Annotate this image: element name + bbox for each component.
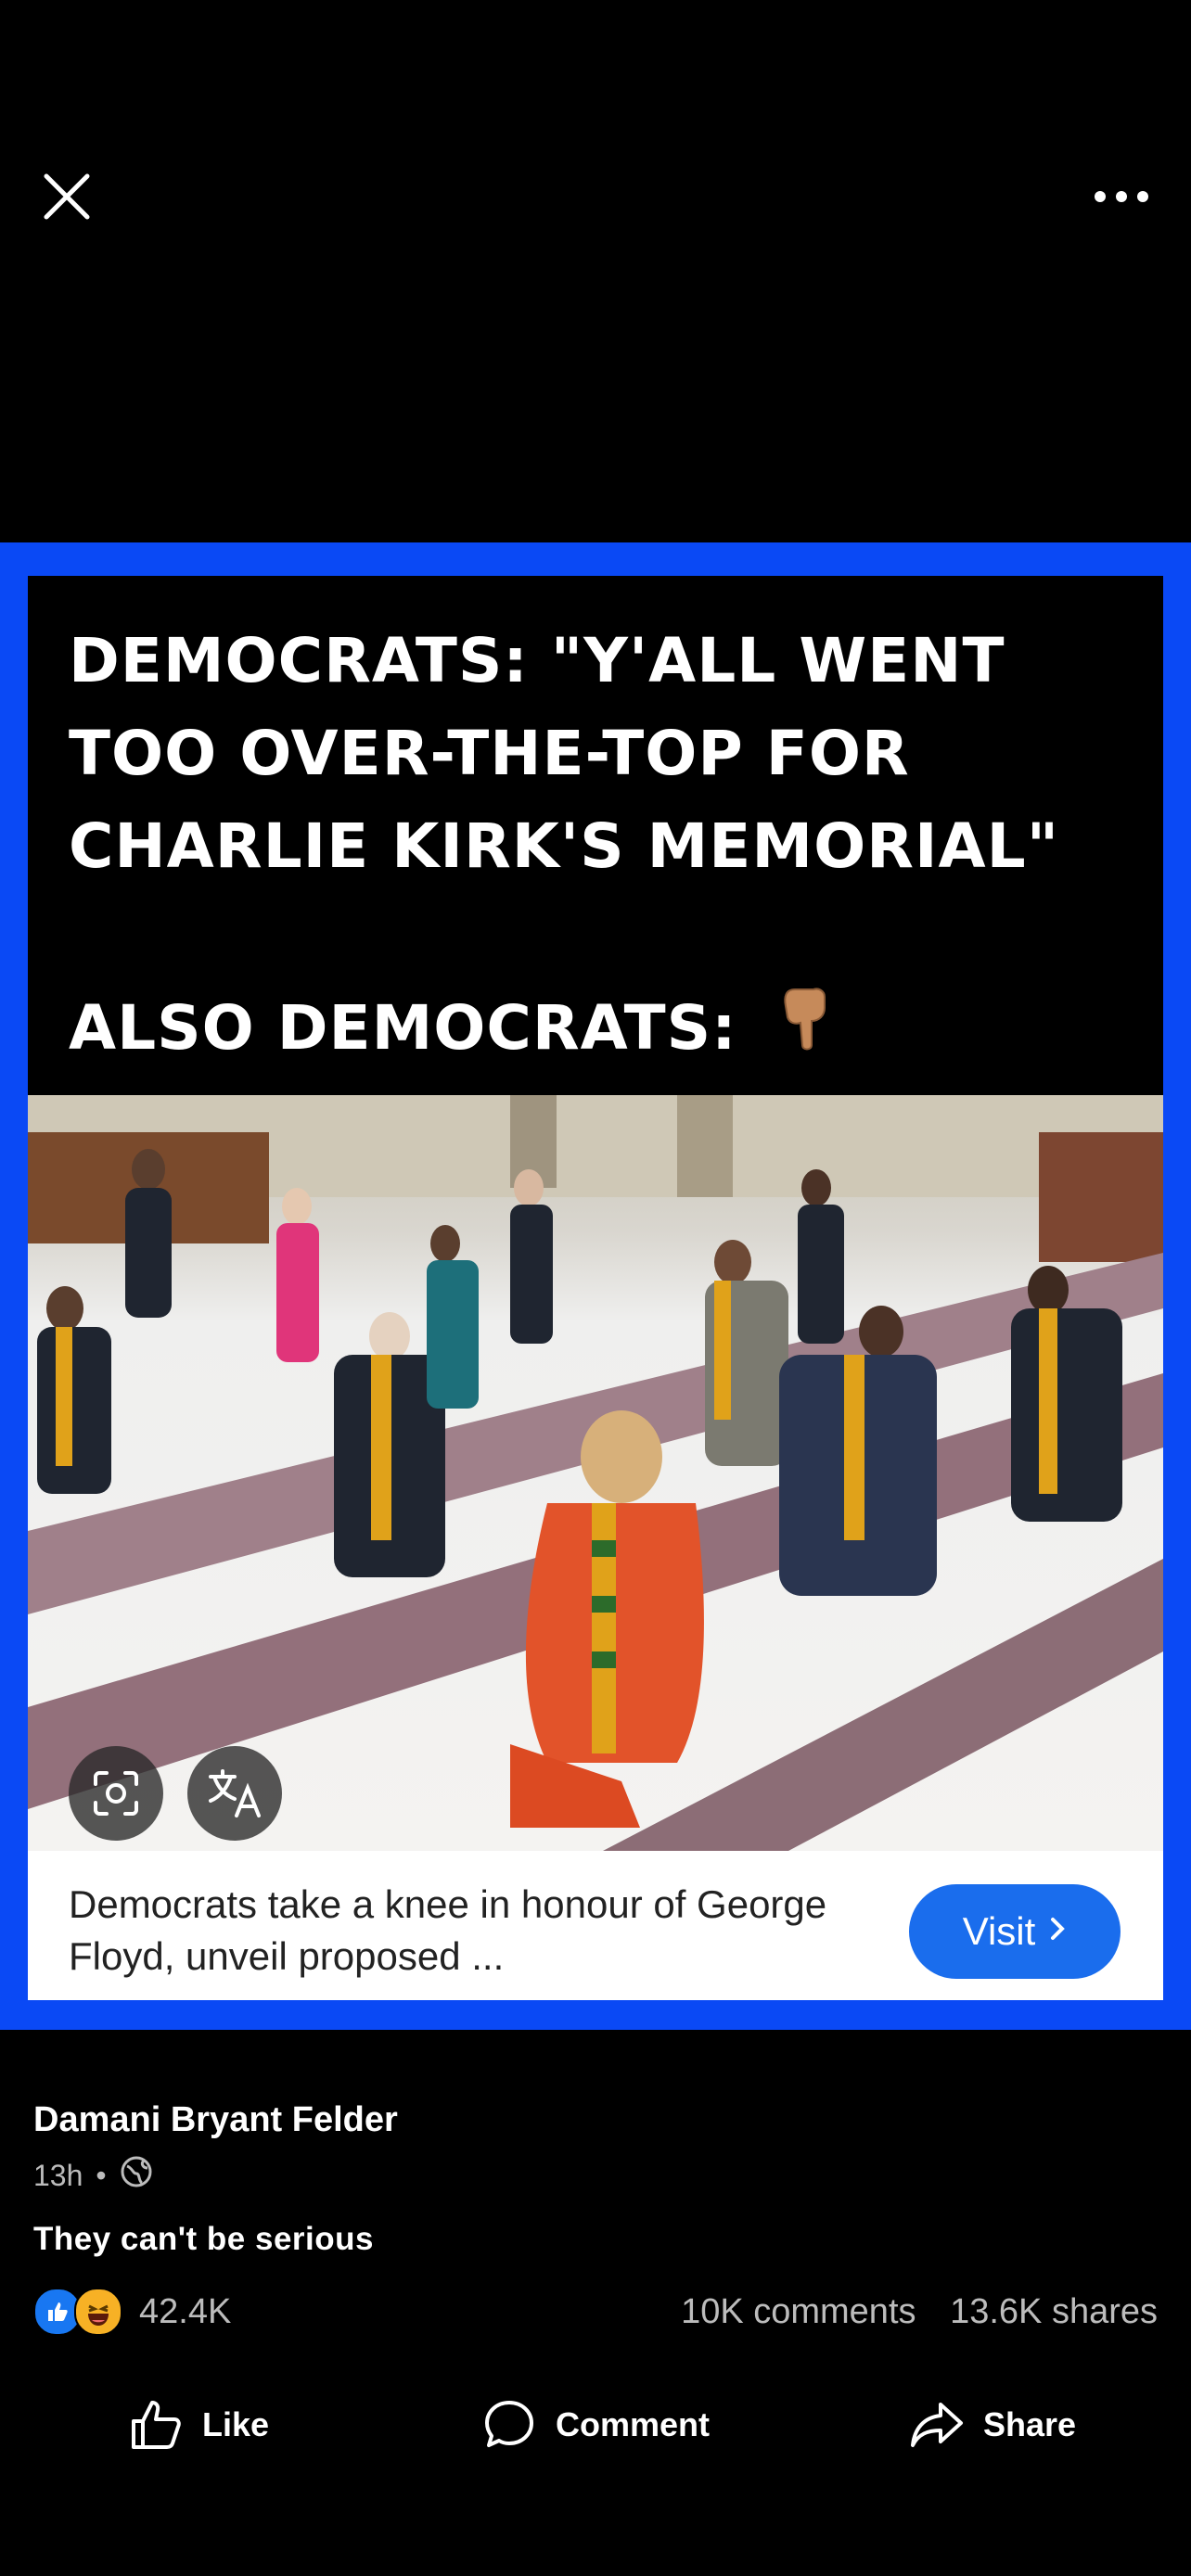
meme-blank-line xyxy=(69,893,1117,982)
separator-dot: • xyxy=(96,2158,107,2192)
pointing-down-hand-icon xyxy=(778,986,834,1078)
link-preview-bar[interactable]: Democrats take a knee in honour of Georg… xyxy=(28,1851,1163,2000)
comments-count[interactable]: 10K comments xyxy=(681,2292,916,2331)
post-image-frame[interactable]: DEMOCRATS: "Y'ALL WENT TOO OVER-THE-TOP … xyxy=(0,542,1191,2030)
meme-image: DEMOCRATS: "Y'ALL WENT TOO OVER-THE-TOP … xyxy=(28,576,1163,2000)
translate-icon[interactable] xyxy=(187,1746,282,1841)
like-button[interactable]: Like xyxy=(0,2388,397,2462)
shares-count[interactable]: 13.6K shares xyxy=(950,2292,1158,2331)
haha-reaction-icon xyxy=(74,2288,122,2336)
like-label: Like xyxy=(201,2405,270,2443)
visit-button[interactable]: Visit xyxy=(909,1884,1121,1979)
more-options-icon[interactable] xyxy=(1089,176,1154,217)
close-icon[interactable] xyxy=(37,167,96,226)
chevron-right-icon xyxy=(1048,1912,1067,1951)
author-name[interactable]: Damani Bryant Felder xyxy=(33,2100,398,2140)
engagement-stats: 42.4K 10K comments 13.6K shares xyxy=(33,2284,1158,2340)
meme-line-2: TOO OVER-THE-TOP FOR xyxy=(69,718,910,789)
globe-icon xyxy=(120,2155,153,2196)
meme-line-4: ALSO DEMOCRATS: xyxy=(69,992,737,1064)
thumbs-up-icon xyxy=(131,2401,181,2449)
post-action-bar: Like Comment Share xyxy=(0,2388,1191,2462)
news-photo xyxy=(28,1095,1163,1851)
comment-button[interactable]: Comment xyxy=(397,2388,794,2462)
post-caption: They can't be serious xyxy=(33,2221,374,2257)
comment-label: Comment xyxy=(555,2405,710,2443)
share-button[interactable]: Share xyxy=(794,2388,1191,2462)
comment-bubble-icon xyxy=(484,2401,533,2447)
meme-line-3: CHARLIE KIRK'S MEMORIAL" xyxy=(69,810,1060,882)
share-label: Share xyxy=(982,2405,1077,2443)
meme-line-1: DEMOCRATS: "Y'ALL WENT xyxy=(69,625,1005,696)
link-preview-title[interactable]: Democrats take a knee in honour of Georg… xyxy=(69,1879,866,1983)
post-time[interactable]: 13h xyxy=(33,2159,83,2193)
comment-share-counts: 10K comments 13.6K shares xyxy=(657,2292,1158,2332)
reaction-count: 42.4K xyxy=(139,2291,232,2331)
visual-search-lens-button[interactable] xyxy=(69,1746,163,1841)
viewer-top-bar xyxy=(0,0,1191,542)
meme-caption-text: DEMOCRATS: "Y'ALL WENT TOO OVER-THE-TOP … xyxy=(69,615,1117,1078)
post-timestamp-row: 13h • xyxy=(33,2155,398,2196)
visit-button-label: Visit xyxy=(962,1909,1036,1953)
meme-line-4-wrap: ALSO DEMOCRATS: xyxy=(69,982,1117,1078)
reactions-summary[interactable]: 42.4K xyxy=(33,2288,231,2336)
share-arrow-icon xyxy=(910,2403,963,2447)
post-meta: Damani Bryant Felder 13h • xyxy=(33,2100,398,2196)
